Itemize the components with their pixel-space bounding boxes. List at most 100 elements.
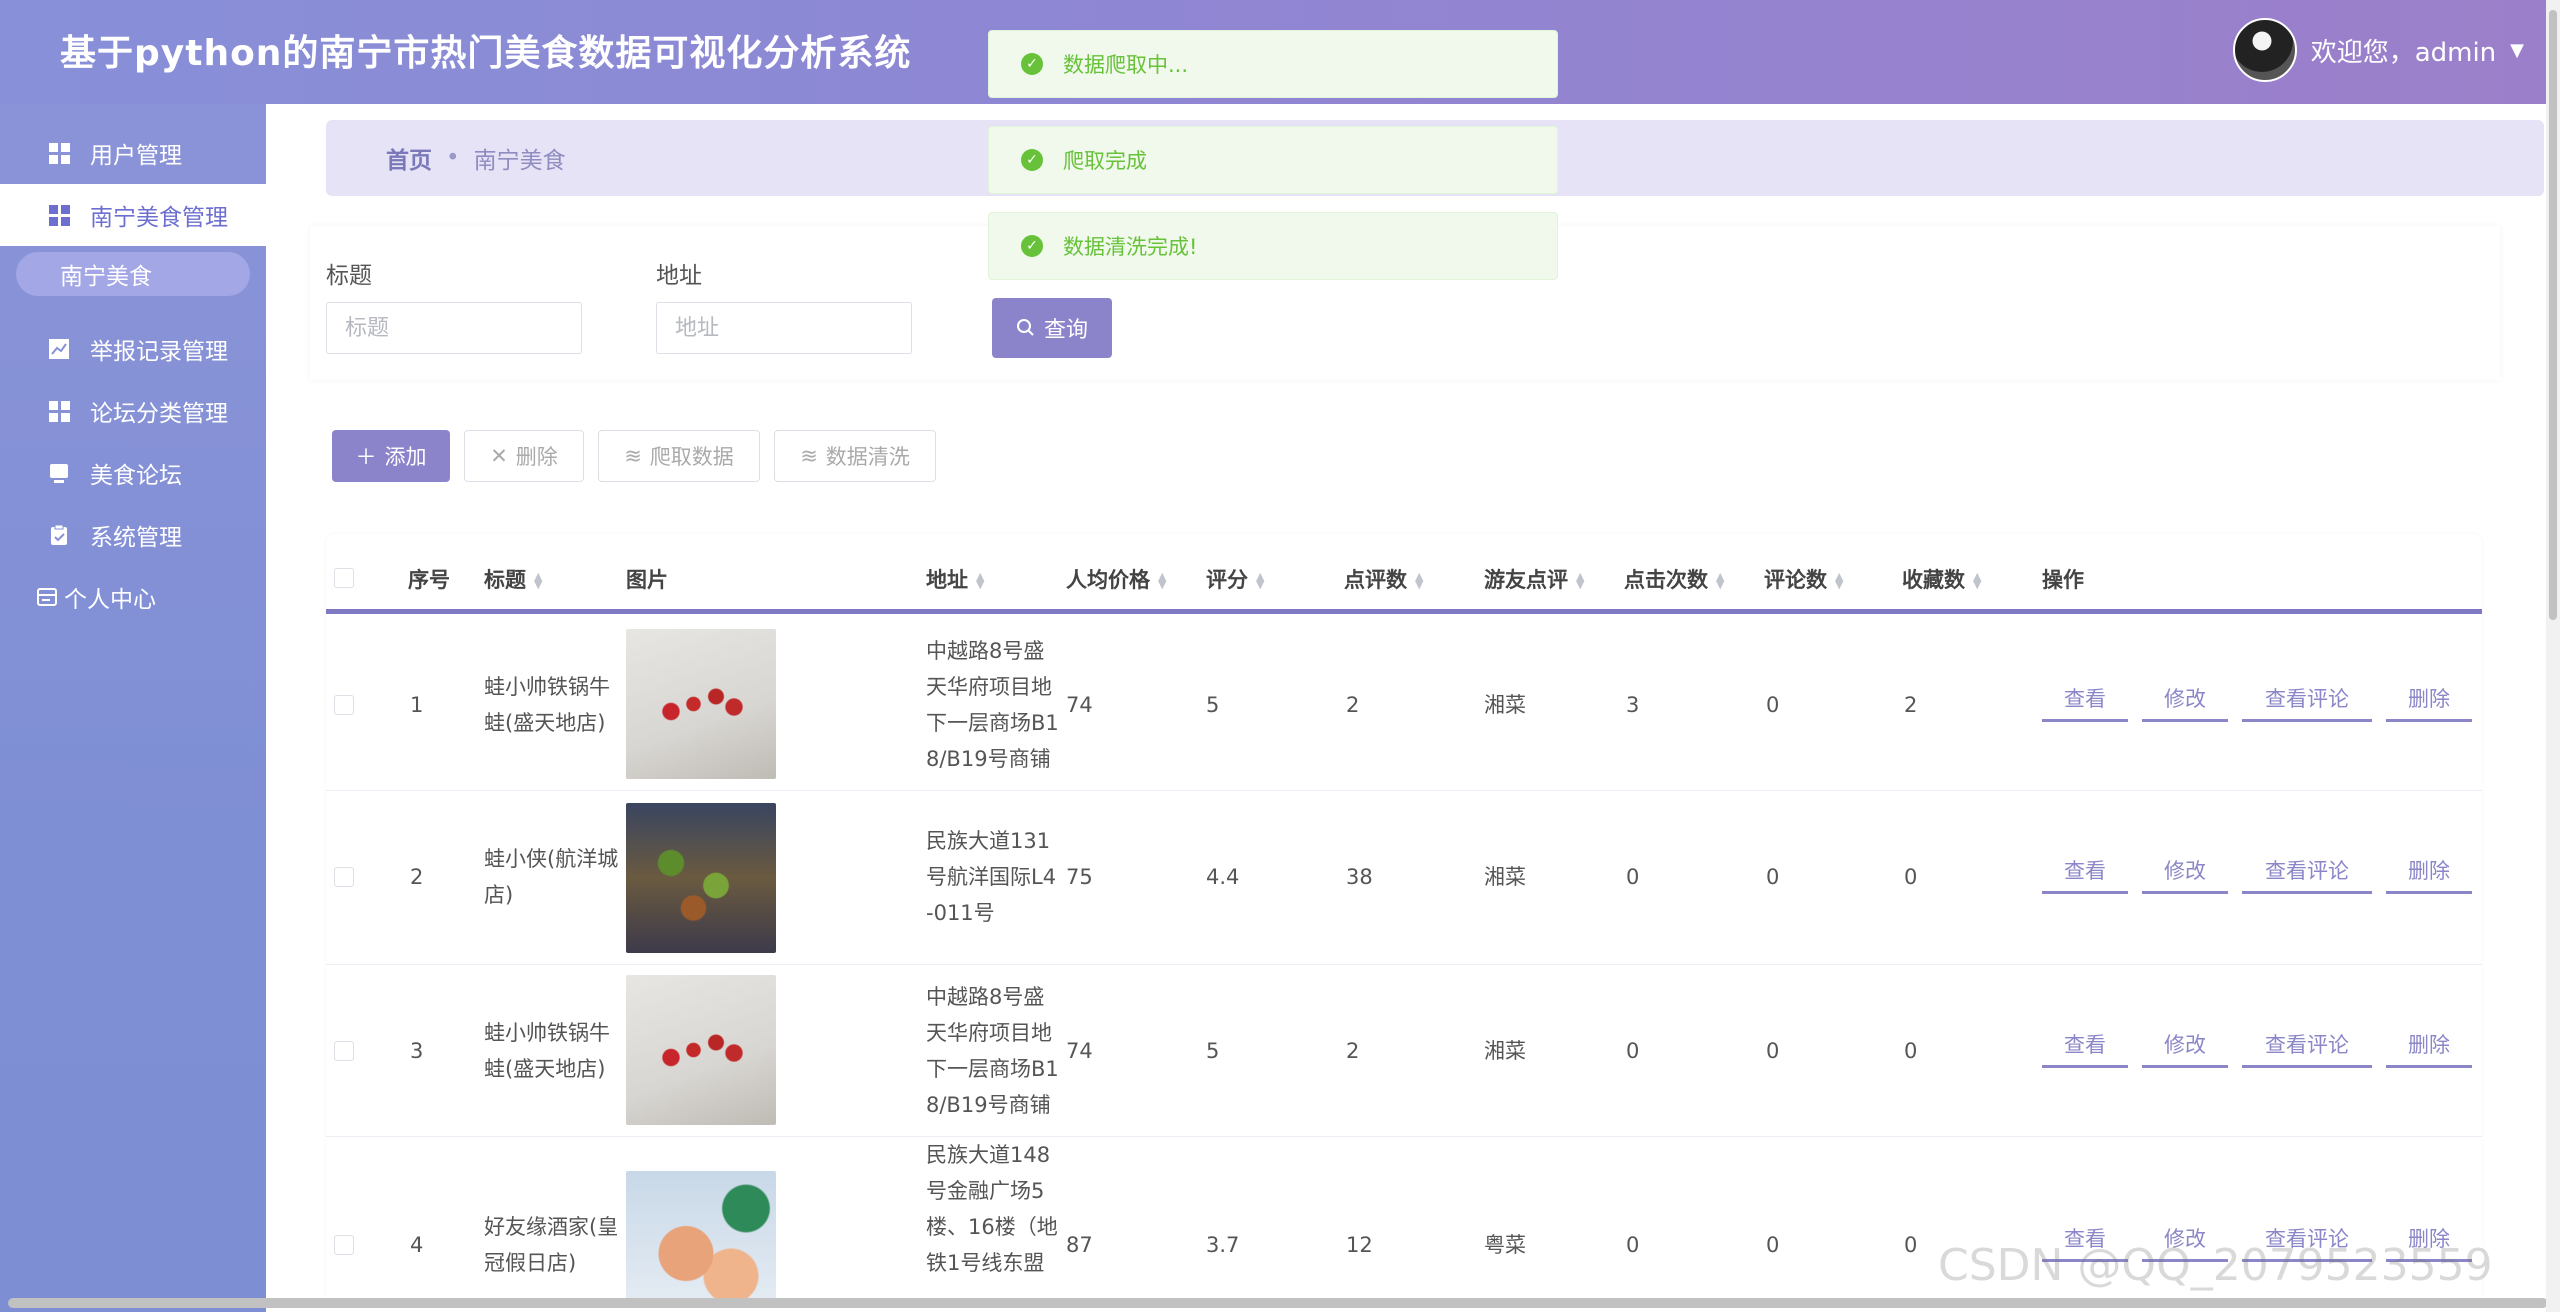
check-circle-icon: ✓ xyxy=(1021,53,1043,75)
cell-title: 蛙小帅铁锅牛蛙(盛天地店) xyxy=(484,1021,610,1081)
header-comments[interactable]: 评论数 ▲ ▼ xyxy=(1764,564,1843,594)
breadcrumb-current: 南宁美食 xyxy=(473,148,566,174)
cell-cuisine: 湘菜 xyxy=(1484,693,1526,717)
check-circle-icon: ✓ xyxy=(1021,235,1043,257)
header-favorites[interactable]: 收藏数 ▲ ▼ xyxy=(1902,564,1981,594)
sort-icon: ▲ ▼ xyxy=(1158,570,1167,591)
breadcrumb-separator: • xyxy=(446,145,460,171)
sidebar-item-label: 举报记录管理 xyxy=(90,339,228,365)
cell-clicks: 0 xyxy=(1626,1039,1640,1063)
cell-cuisine: 湘菜 xyxy=(1484,1039,1526,1063)
row-checkbox[interactable] xyxy=(334,867,354,887)
sidebar-item-system[interactable]: 系统管理 xyxy=(0,504,266,566)
row-checkbox[interactable] xyxy=(334,695,354,715)
cell-cuisine: 粤菜 xyxy=(1484,1233,1526,1257)
header-score[interactable]: 评分 ▲ ▼ xyxy=(1206,564,1264,594)
check-circle-icon: ✓ xyxy=(1021,149,1043,171)
sidebar-item-nanning-food-management[interactable]: 南宁美食管理 xyxy=(0,184,266,246)
add-button[interactable]: ＋ 添加 xyxy=(332,430,450,482)
grid-icon xyxy=(48,400,70,422)
caret-down-icon[interactable]: ▼ xyxy=(2510,40,2524,61)
breadcrumb-home[interactable]: 首页 xyxy=(386,141,432,175)
cell-index: 1 xyxy=(410,693,424,717)
chart-icon xyxy=(48,338,70,360)
header-index: 序号 xyxy=(408,568,450,592)
header-actions: 操作 xyxy=(2042,568,2084,592)
scrollbar-thumb[interactable] xyxy=(2549,10,2557,620)
cell-clicks: 3 xyxy=(1626,693,1640,717)
delete-row-button[interactable]: 删除 xyxy=(2386,1029,2472,1068)
delete-row-button[interactable]: 删除 xyxy=(2386,855,2472,894)
sidebar-subitem-nanning-food[interactable]: 南宁美食 xyxy=(16,252,250,296)
edit-button[interactable]: 修改 xyxy=(2142,1029,2228,1068)
view-comments-button[interactable]: 查看评论 xyxy=(2242,855,2372,894)
sidebar-item-users[interactable]: 用户管理 xyxy=(0,122,266,184)
cell-cuisine: 湘菜 xyxy=(1484,865,1526,889)
edit-button[interactable]: 修改 xyxy=(2142,855,2228,894)
cell-favorites: 2 xyxy=(1904,693,1918,717)
cell-title: 蛙小侠(航洋城店) xyxy=(484,847,619,907)
sort-icon: ▲ ▼ xyxy=(1576,570,1585,591)
sidebar-item-personal-center[interactable]: 个人中心 xyxy=(0,566,266,628)
row-checkbox[interactable] xyxy=(334,1235,354,1255)
cell-reviews: 12 xyxy=(1346,1233,1373,1257)
cell-score: 4.4 xyxy=(1206,865,1240,889)
cell-reviews: 2 xyxy=(1346,1039,1360,1063)
cell-clicks: 0 xyxy=(1626,1233,1640,1257)
table-row: 2 蛙小侠(航洋城店) 民族大道131号航洋国际L4-011号 75 4.4 3… xyxy=(326,791,2482,965)
avatar[interactable] xyxy=(2232,18,2297,82)
title-input[interactable] xyxy=(326,302,582,354)
sidebar-item-forum-category[interactable]: 论坛分类管理 xyxy=(0,380,266,442)
header-price[interactable]: 人均价格 ▲ ▼ xyxy=(1066,564,1166,594)
sort-icon: ▲ ▼ xyxy=(534,570,543,591)
crawl-data-button[interactable]: ≋ 爬取数据 xyxy=(598,430,760,482)
header-clicks[interactable]: 点击次数 ▲ ▼ xyxy=(1624,564,1724,594)
cell-price: 87 xyxy=(1066,1233,1093,1257)
cell-index: 3 xyxy=(410,1039,424,1063)
view-comments-button[interactable]: 查看评论 xyxy=(2242,1029,2372,1068)
cell-index: 4 xyxy=(410,1233,424,1257)
user-menu[interactable]: 欢迎您，admin ▼ xyxy=(2232,18,2524,82)
sidebar: 用户管理 南宁美食管理 南宁美食 举报记录管理 论坛分类管理 美食论坛 系统管理… xyxy=(0,104,266,1312)
food-image xyxy=(626,803,776,953)
address-input[interactable] xyxy=(656,302,912,354)
header-address[interactable]: 地址 ▲ ▼ xyxy=(926,564,984,594)
cell-score: 5 xyxy=(1206,1039,1220,1063)
welcome-text[interactable]: 欢迎您，admin xyxy=(2311,32,2496,69)
data-clean-button[interactable]: ≋ 数据清洗 xyxy=(774,430,936,482)
monitor-icon xyxy=(48,462,70,484)
horizontal-scrollbar[interactable] xyxy=(8,1298,2548,1308)
header-title[interactable]: 标题 ▲ ▼ xyxy=(484,564,542,594)
select-all-checkbox[interactable] xyxy=(334,568,354,588)
cell-price: 74 xyxy=(1066,1039,1093,1063)
table-header: 序号 标题 ▲ ▼ 图片 地址 ▲ ▼ 人均价格 ▲ ▼ 评分 ▲ ▼ 点评数 ▲ ▼ 游友点评 ▲ ▼… xyxy=(326,534,2482,614)
view-button[interactable]: 查看 xyxy=(2042,855,2128,894)
delete-button[interactable]: ✕ 删除 xyxy=(464,430,584,482)
cell-index: 2 xyxy=(410,865,424,889)
crawl-data-button-label: 爬取数据 xyxy=(649,445,734,469)
sidebar-item-report-records[interactable]: 举报记录管理 xyxy=(0,318,266,380)
row-checkbox[interactable] xyxy=(334,1041,354,1061)
edit-button[interactable]: 修改 xyxy=(2142,683,2228,722)
query-button[interactable]: 查询 xyxy=(992,298,1112,358)
toast-message: 数据爬取中... xyxy=(1063,53,1189,77)
vertical-scrollbar[interactable] xyxy=(2546,0,2560,1312)
close-icon: ✕ xyxy=(490,444,508,468)
sidebar-item-label: 论坛分类管理 xyxy=(90,401,228,427)
header-reviews[interactable]: 点评数 ▲ ▼ xyxy=(1344,564,1423,594)
search-icon xyxy=(1016,319,1034,336)
sidebar-item-food-forum[interactable]: 美食论坛 xyxy=(0,442,266,504)
table-row: 1 蛙小帅铁锅牛蛙(盛天地店) 中越路8号盛天华府项目地下一层商场B18/B19… xyxy=(326,619,2482,791)
clipboard-icon xyxy=(48,524,70,546)
sort-icon: ▲ ▼ xyxy=(1256,570,1265,591)
sidebar-item-label: 美食论坛 xyxy=(90,463,182,489)
delete-row-button[interactable]: 删除 xyxy=(2386,683,2472,722)
header-cuisine[interactable]: 游友点评 ▲ ▼ xyxy=(1484,564,1584,594)
view-button[interactable]: 查看 xyxy=(2042,683,2128,722)
view-button[interactable]: 查看 xyxy=(2042,1029,2128,1068)
cell-favorites: 0 xyxy=(1904,1039,1918,1063)
cell-clicks: 0 xyxy=(1626,865,1640,889)
view-comments-button[interactable]: 查看评论 xyxy=(2242,683,2372,722)
food-image xyxy=(626,975,776,1125)
delete-button-label: 删除 xyxy=(515,445,558,469)
